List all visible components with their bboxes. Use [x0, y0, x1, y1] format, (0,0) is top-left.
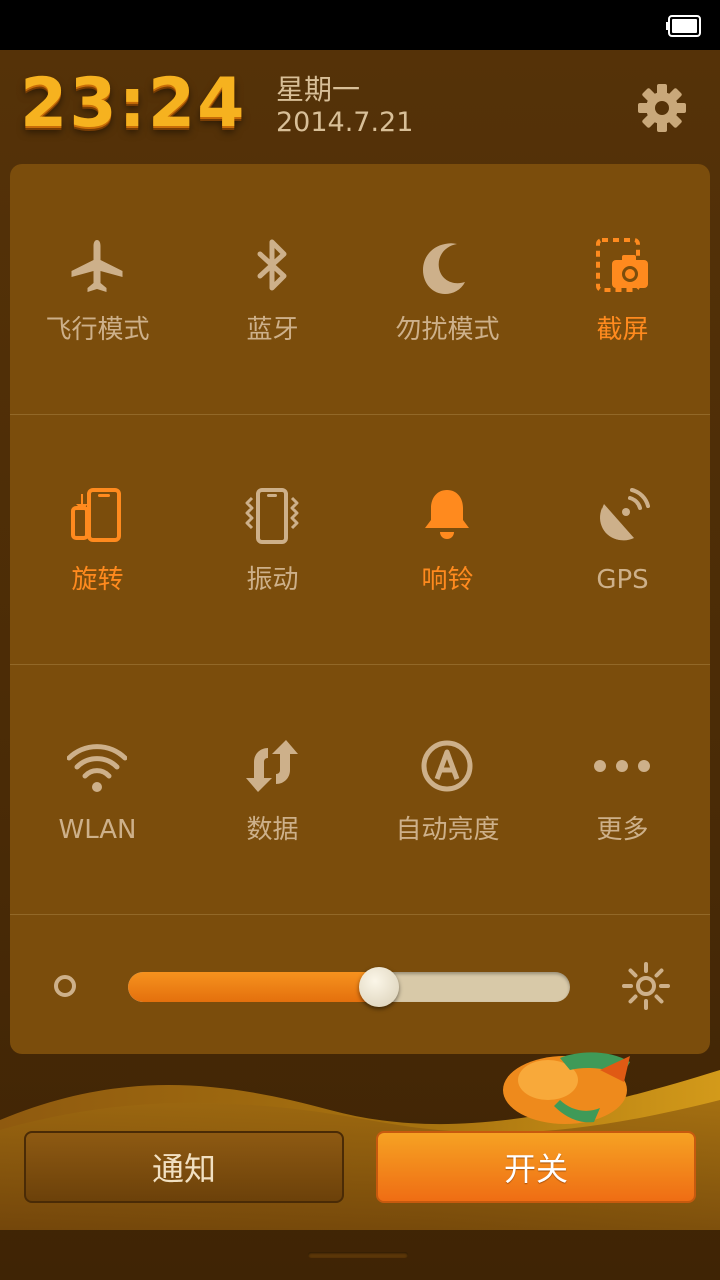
- brightness-high-icon: [622, 962, 670, 1010]
- toggle-do-not-disturb[interactable]: 勿扰模式: [360, 164, 535, 414]
- bluetooth-icon: [257, 239, 287, 291]
- moon-icon: [423, 243, 465, 294]
- wifi-icon: [67, 744, 127, 792]
- tab-notifications[interactable]: 通知: [24, 1131, 344, 1203]
- weekday-label: 星期一: [276, 73, 361, 106]
- toggle-label: 自动亮度: [395, 815, 500, 845]
- clock-time: 23:24: [20, 64, 247, 143]
- toggle-label: 蓝牙: [246, 315, 299, 345]
- gear-icon[interactable]: [636, 82, 688, 134]
- toggle-gps[interactable]: GPS: [535, 414, 710, 664]
- toggle-vibrate[interactable]: 振动: [185, 414, 360, 664]
- auto-brightness-icon: [421, 740, 473, 792]
- screenshot-icon: [596, 238, 648, 292]
- toggle-label: 旋转: [71, 565, 124, 595]
- brightness-slider-thumb[interactable]: [359, 967, 399, 1007]
- row-divider: [10, 914, 710, 915]
- vibrate-icon: [245, 488, 299, 544]
- toggle-mobile-data[interactable]: 数据: [185, 664, 360, 914]
- toggle-label: 振动: [246, 565, 299, 595]
- data-arrows-icon: [246, 740, 298, 792]
- toggle-label: 勿扰模式: [395, 315, 500, 345]
- toggle-label: GPS: [596, 565, 649, 595]
- toggle-label: WLAN: [58, 815, 137, 845]
- toggle-screenshot[interactable]: 截屏: [535, 164, 710, 414]
- toggle-ringer[interactable]: 响铃: [360, 414, 535, 664]
- brightness-slider-track[interactable]: [128, 972, 570, 1002]
- quick-settings-panel: 飞行模式 蓝牙 勿扰模式 截屏 旋转 振动 响铃 GPS WLAN 数据 自动亮…: [10, 164, 710, 1054]
- toggle-wlan[interactable]: WLAN: [10, 664, 185, 914]
- brightness-slider-fill: [128, 972, 369, 1002]
- tab-toggles[interactable]: 开关: [376, 1131, 696, 1203]
- toggle-label: 飞行模式: [45, 315, 150, 345]
- toggle-label: 截屏: [596, 315, 649, 345]
- gps-icon: [600, 488, 650, 541]
- brightness-low-icon: [54, 975, 76, 997]
- toggle-label: 更多: [596, 815, 649, 845]
- airplane-icon: [71, 240, 123, 292]
- battery-full-icon: [666, 15, 701, 37]
- toggle-label: 响铃: [421, 565, 474, 595]
- toggle-airplane-mode[interactable]: 飞行模式: [10, 164, 185, 414]
- status-bar: [0, 0, 720, 50]
- drag-handle[interactable]: [308, 1252, 408, 1258]
- rotate-icon: [71, 488, 121, 542]
- more-dots-icon: [594, 760, 650, 772]
- toggle-bluetooth[interactable]: 蓝牙: [185, 164, 360, 414]
- toggle-auto-brightness[interactable]: 自动亮度: [360, 664, 535, 914]
- bell-icon: [425, 490, 469, 539]
- toggle-label: 数据: [246, 815, 299, 845]
- toggle-rotation[interactable]: 旋转: [10, 414, 185, 664]
- toggle-more[interactable]: 更多: [535, 664, 710, 914]
- date-label: 2014.7.21: [276, 107, 414, 138]
